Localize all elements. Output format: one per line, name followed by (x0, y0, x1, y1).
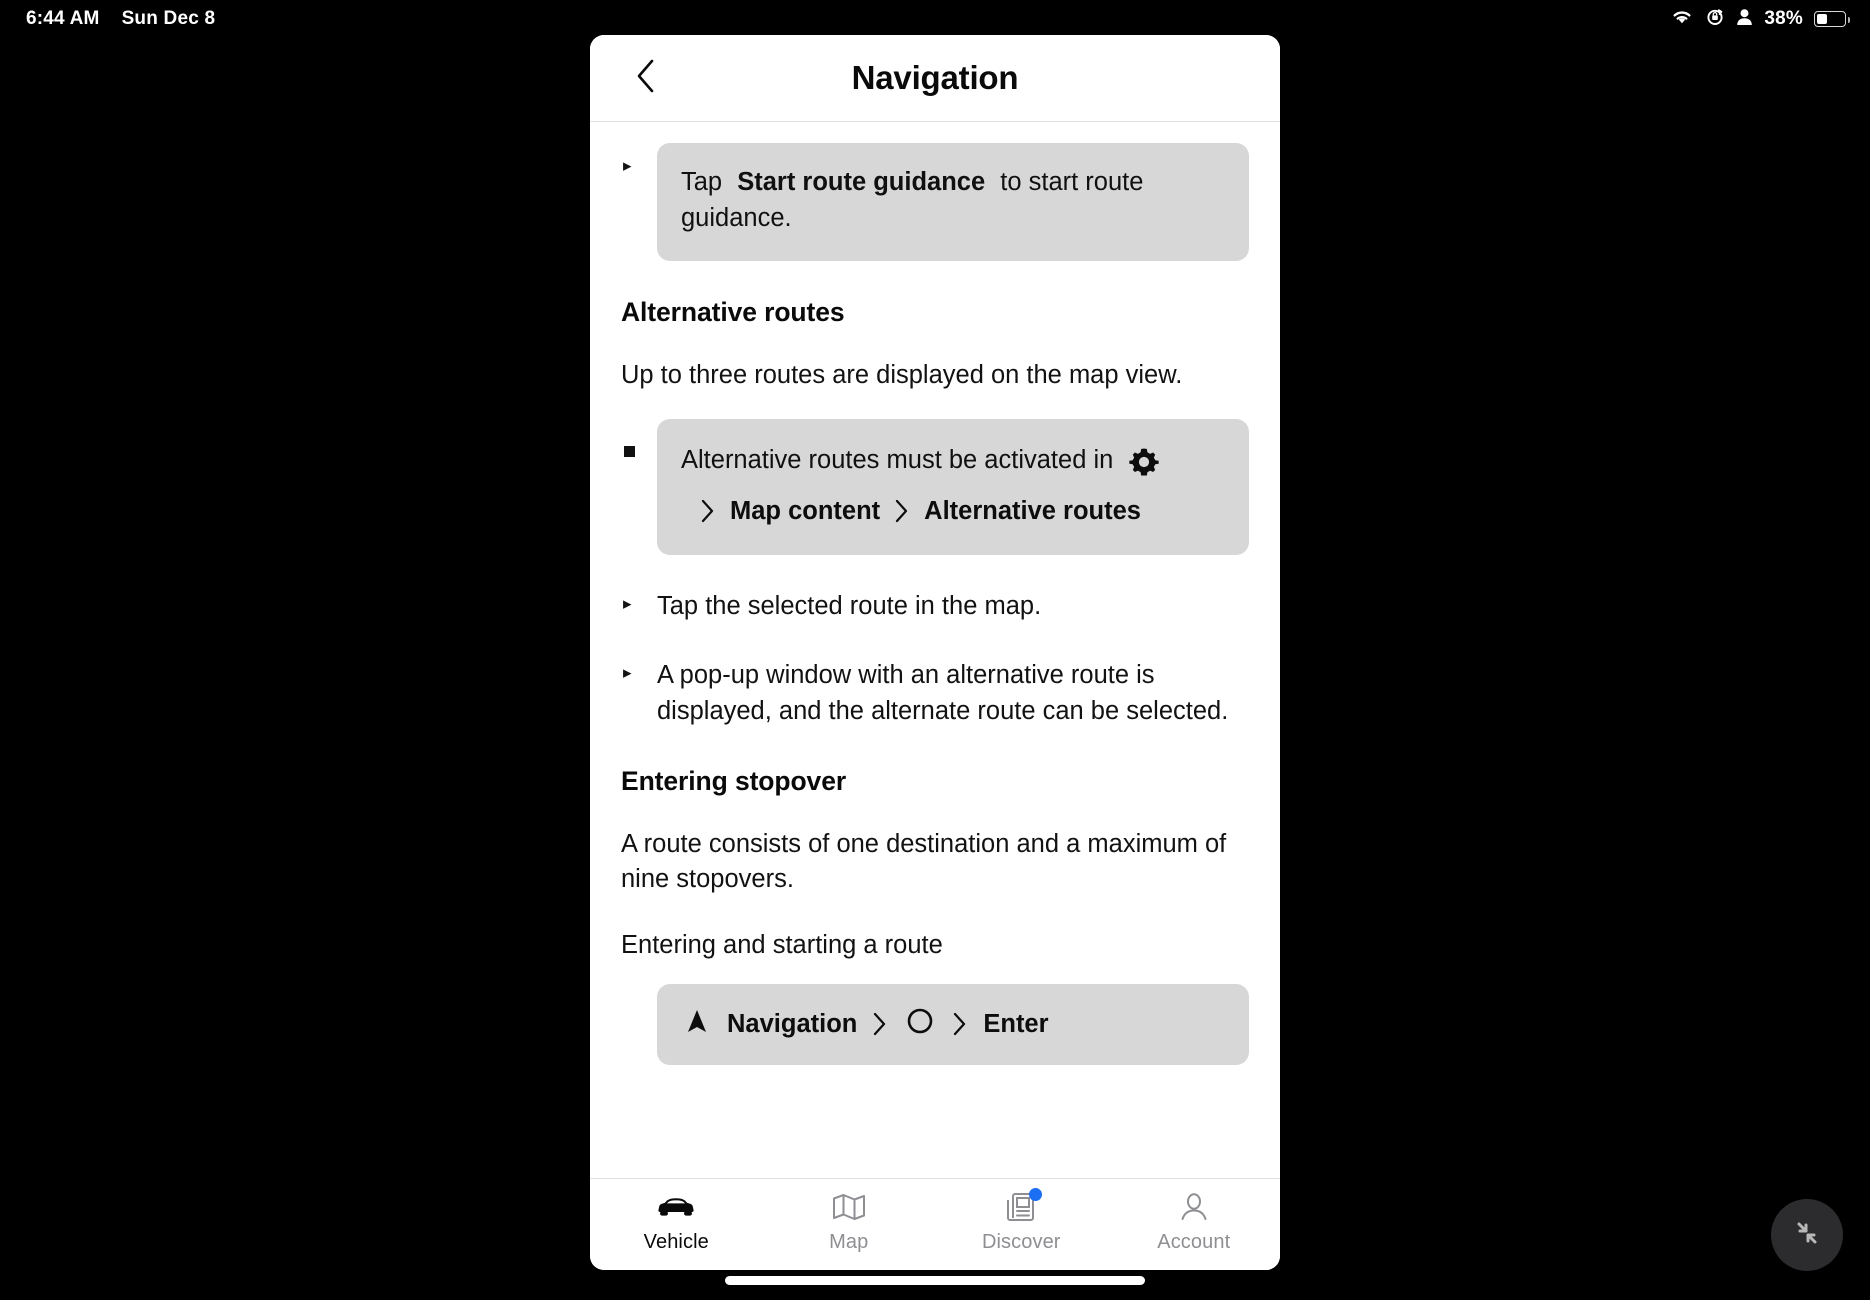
app-card: Navigation ▸ Press and hold the destinat… (590, 35, 1280, 1270)
list-item: ▸ Tap Start route guidance to start rout… (621, 143, 1249, 261)
tab-map[interactable]: Map (774, 1190, 924, 1254)
paragraph-route-consists: A route consists of one destination and … (621, 829, 1227, 893)
tab-discover[interactable]: Discover (946, 1188, 1096, 1254)
minimize-window-button[interactable] (1771, 1199, 1843, 1271)
callout-start-route-guidance: Tap Start route guidance to start route … (657, 143, 1249, 261)
person-icon (1179, 1190, 1209, 1224)
subheading-entering-starting-route: Entering and starting a route (621, 930, 943, 959)
section-heading-entering-stopover: Entering stopover (621, 765, 847, 796)
callout-bold-label: Start route guidance (737, 168, 986, 197)
square-bullet-icon (621, 419, 657, 461)
step-text: Tap the selected route in the map. (657, 592, 1042, 620)
person-icon (1736, 8, 1753, 31)
tab-label: Discover (981, 1231, 1061, 1253)
gear-icon (1125, 443, 1163, 481)
list-item: ▸ A pop-up window with an alternative ro… (621, 656, 1249, 729)
home-indicator[interactable] (725, 1276, 1145, 1285)
tab-label: Account (1157, 1231, 1231, 1253)
breadcrumb-alternative-routes: Alternative routes (924, 496, 1141, 525)
status-date: Sun Dec 8 (121, 8, 216, 29)
chevron-right-icon (871, 1011, 889, 1037)
breadcrumb-navigation: Navigation (727, 1009, 858, 1038)
search-circle-icon (903, 1004, 937, 1045)
battery-icon (1814, 11, 1850, 27)
list-item: ▸ Tap the selected route in the map. (621, 587, 1249, 624)
car-icon (656, 1190, 696, 1224)
callout-navigation-enter: Navigation Enter (657, 983, 1249, 1065)
article-body: ▸ Press and hold the destination on the … (590, 122, 1280, 1065)
newspaper-icon (1005, 1188, 1043, 1224)
triangle-bullet-icon: ▸ (623, 156, 632, 176)
chevron-right-icon (699, 498, 717, 524)
bottom-tab-bar: Vehicle Map Discover Account (590, 1178, 1280, 1270)
chevron-left-icon (635, 58, 657, 99)
status-bar-left: 6:44 AM Sun Dec 8 (26, 8, 215, 30)
rotation-lock-icon (1705, 7, 1725, 32)
compress-arrows-icon (1788, 1214, 1826, 1257)
page-title: Navigation (851, 59, 1019, 96)
triangle-bullet-icon: ▸ (623, 594, 632, 613)
back-button[interactable] (626, 56, 666, 100)
paragraph-up-to-three-routes: Up to three routes are displayed on the … (621, 360, 1183, 389)
notification-badge (1029, 1188, 1043, 1201)
battery-percent-label: 38% (1764, 8, 1803, 29)
callout-activate-alternative-routes: Alternative routes must be activated in (657, 418, 1249, 555)
navigation-arrow-icon (681, 1005, 713, 1044)
status-bar-right: 38% (1670, 7, 1850, 32)
app-header: Navigation (590, 35, 1280, 122)
map-icon (832, 1190, 866, 1224)
breadcrumb-enter: Enter (983, 1009, 1049, 1038)
triangle-bullet-icon: ▸ (623, 663, 632, 683)
tab-account[interactable]: Account (1119, 1190, 1269, 1254)
chevron-right-icon (893, 498, 911, 524)
callout-prefix: Tap (681, 168, 723, 197)
tab-label: Map (829, 1231, 869, 1253)
chevron-right-icon (951, 1011, 969, 1037)
tab-label: Vehicle (643, 1231, 709, 1253)
wifi-icon (1670, 8, 1694, 31)
status-time: 6:44 AM (26, 8, 100, 29)
step-text: A pop-up window with an alternative rout… (657, 661, 1229, 726)
breadcrumb-map-content: Map content (730, 496, 881, 525)
article-scroll-region[interactable]: ▸ Press and hold the destination on the … (590, 122, 1280, 1178)
list-item: Alternative routes must be activated in (621, 418, 1249, 555)
tab-vehicle[interactable]: Vehicle (601, 1190, 751, 1254)
section-heading-alternative-routes: Alternative routes (621, 296, 845, 327)
status-bar: 6:44 AM Sun Dec 8 38% (0, 0, 1870, 38)
callout-text: Alternative routes must be activated in (681, 445, 1114, 474)
